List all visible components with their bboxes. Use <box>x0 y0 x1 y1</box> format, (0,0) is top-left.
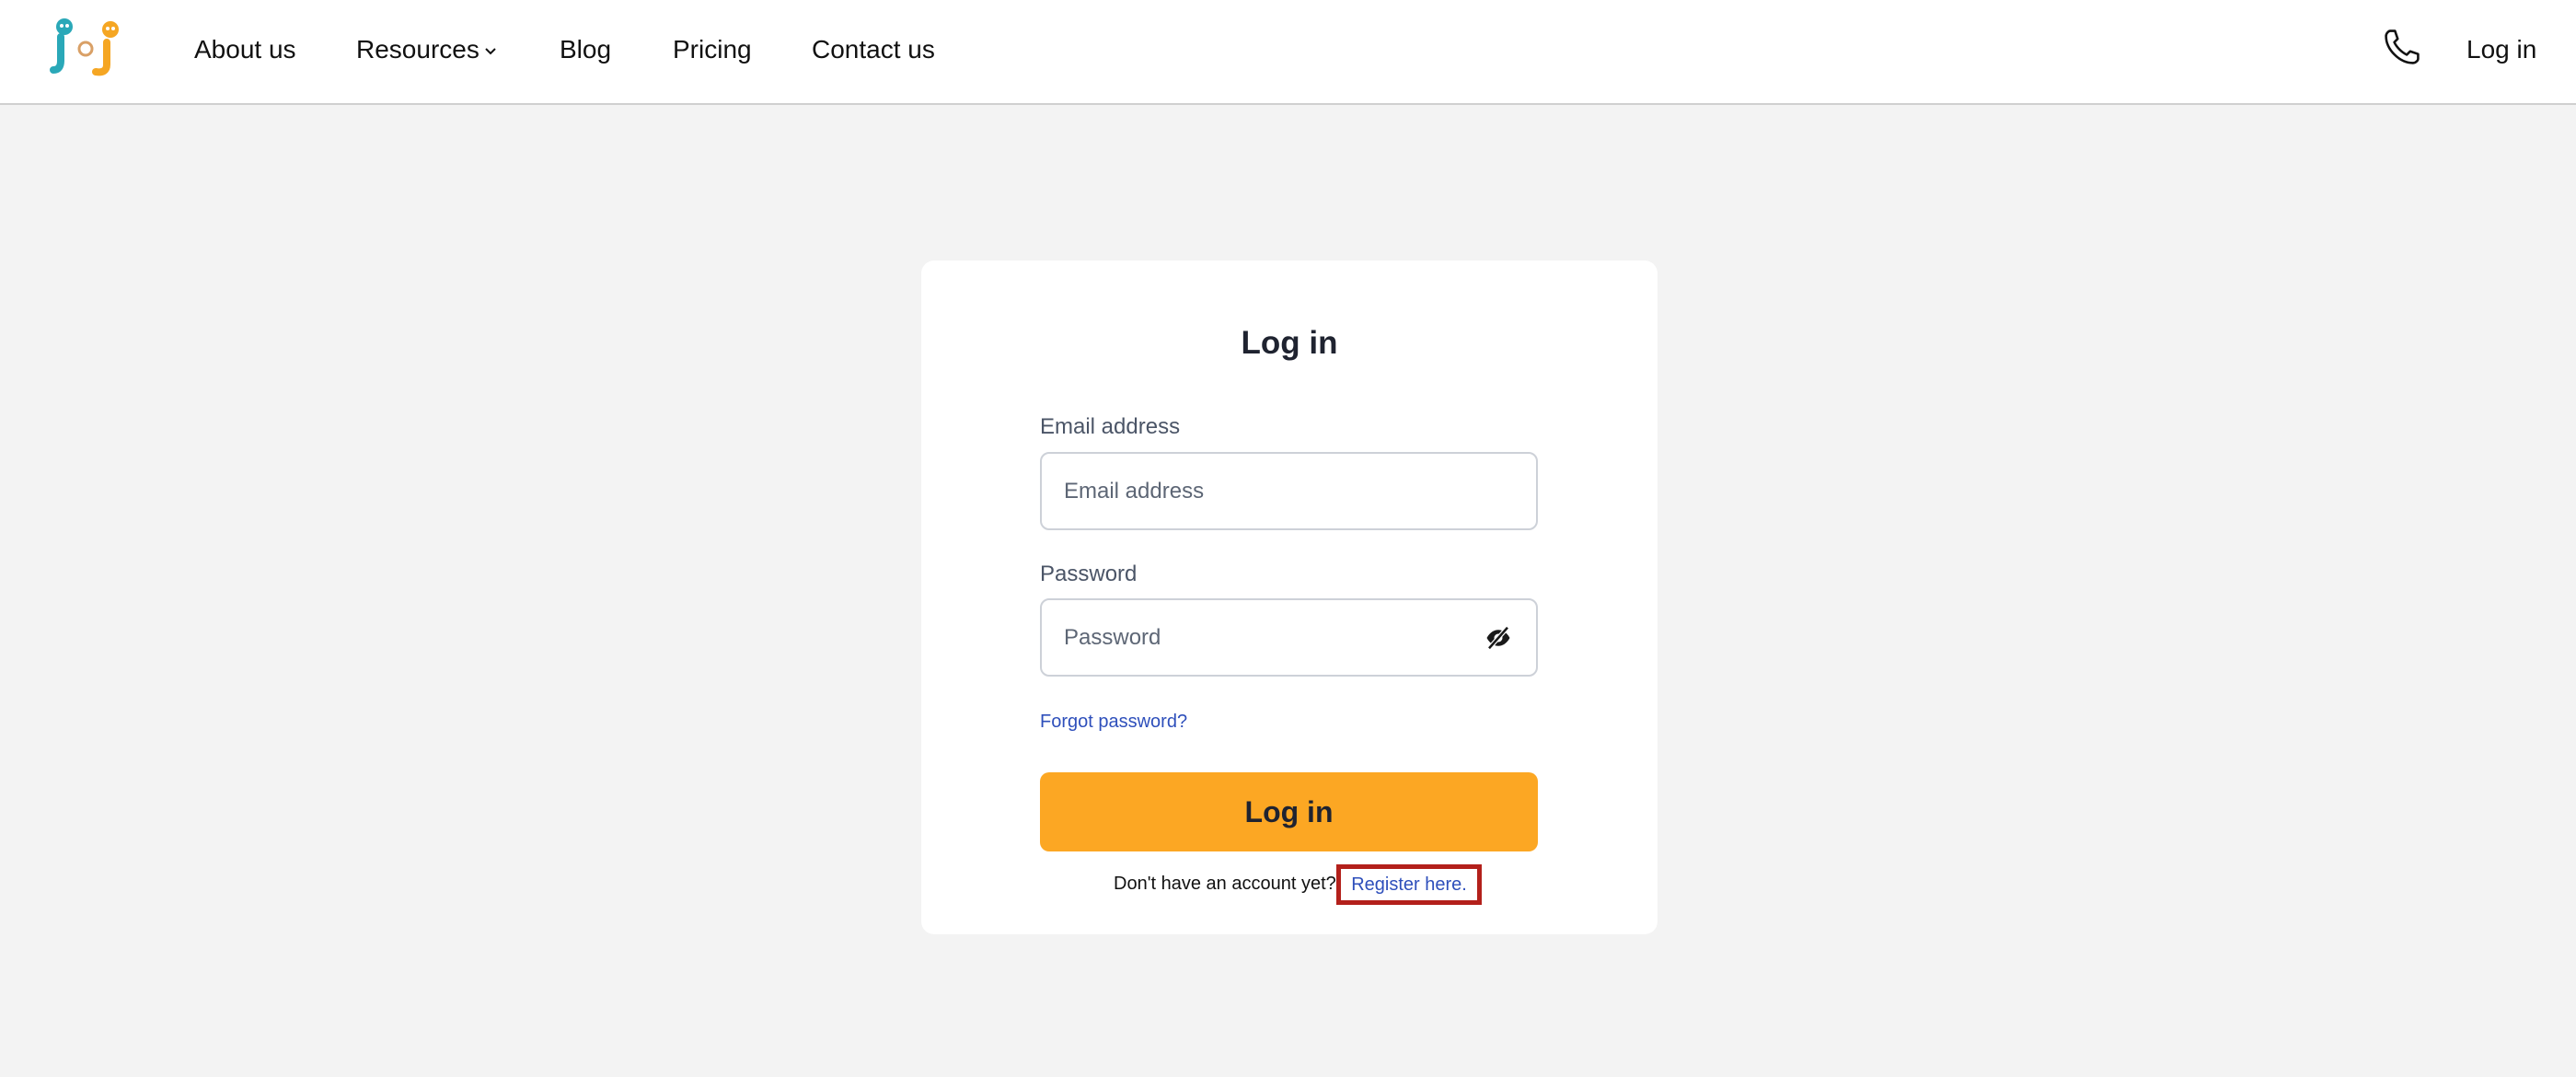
login-title: Log in <box>1241 325 1338 361</box>
nav-contact-us[interactable]: Contact us <box>812 33 935 66</box>
nav-blog[interactable]: Blog <box>560 33 611 66</box>
eye-slash-icon[interactable] <box>1484 624 1512 652</box>
forgot-password-link[interactable]: Forgot password? <box>1040 712 1187 733</box>
nav-resources[interactable]: Resources <box>356 33 498 66</box>
chevron-down-icon <box>485 47 496 55</box>
email-field[interactable] <box>1064 454 1469 528</box>
password-field[interactable] <box>1064 600 1469 675</box>
nav-resources-label: Resources <box>356 35 479 64</box>
nav-pricing[interactable]: Pricing <box>673 33 752 66</box>
email-label: Email address <box>1040 414 1181 439</box>
login-submit-button[interactable]: Log in <box>1040 772 1538 851</box>
password-field-wrapper <box>1040 598 1538 677</box>
email-field-wrapper <box>1040 452 1538 530</box>
register-prompt: Don't have an account yet? <box>1114 874 1336 894</box>
login-card: Log in Email address Password Forgot pas… <box>921 261 1658 934</box>
top-navbar: About us Resources Blog Pricing Contact … <box>0 0 2576 105</box>
header-login-link[interactable]: Log in <box>2466 33 2536 66</box>
logo-icon[interactable] <box>48 17 125 77</box>
password-label: Password <box>1040 562 1138 586</box>
register-link[interactable]: Register here. <box>1336 864 1482 905</box>
nav-about-us[interactable]: About us <box>194 33 296 66</box>
phone-icon[interactable] <box>2382 26 2422 68</box>
